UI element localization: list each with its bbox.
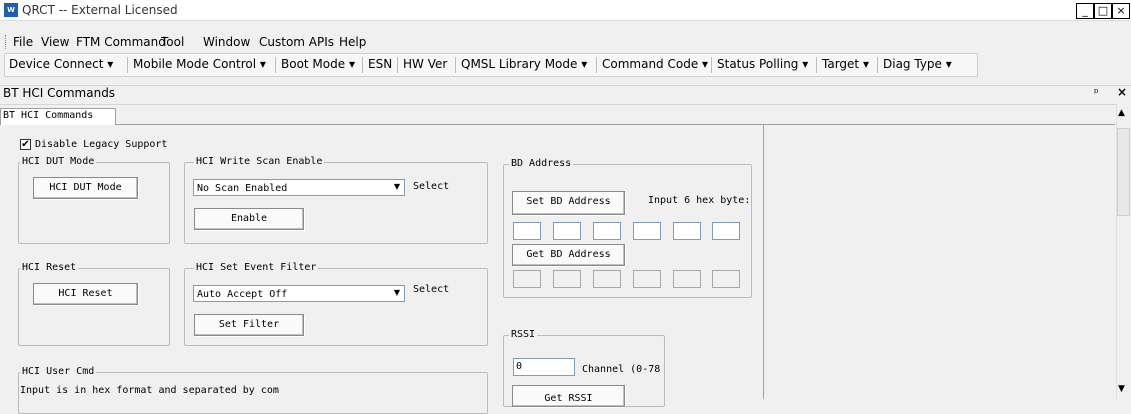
hci-write-scan-group: [184, 162, 488, 244]
menu-tool[interactable]: Tool: [161, 35, 184, 49]
tab-label: BT HCI Commands: [3, 110, 94, 121]
filter-select-label: Select: [413, 284, 450, 295]
scroll-up-icon[interactable]: ▲: [1118, 108, 1125, 118]
app-icon: W: [4, 3, 18, 17]
rssi-channel-label: Channel (0-78): [582, 364, 662, 375]
minimize-button[interactable]: _: [1076, 3, 1094, 19]
toolbar-separator: [275, 57, 276, 73]
event-filter-group-label: HCI Set Event Filter: [194, 262, 319, 273]
scroll-down-icon[interactable]: ▼: [1118, 384, 1125, 394]
target-dropdown[interactable]: Target ▾: [822, 57, 869, 71]
set-bd-byte-6[interactable]: [712, 222, 740, 240]
toolbar-separator: [362, 57, 363, 73]
get-bd-byte-6: [712, 270, 740, 288]
scrollbar-thumb[interactable]: [1117, 128, 1130, 216]
hci-dut-mode-group-label: HCI DUT Mode: [20, 156, 97, 167]
scan-mode-select[interactable]: No Scan Enabled: [193, 179, 405, 196]
panel-header: [0, 85, 1131, 105]
set-bd-byte-5[interactable]: [673, 222, 701, 240]
set-bd-byte-1[interactable]: [513, 222, 541, 240]
hci-user-cmd-group-label: HCI User Cmd: [20, 366, 97, 377]
menu-help[interactable]: Help: [339, 35, 366, 49]
event-filter-select[interactable]: Auto Accept Off: [193, 285, 405, 302]
chevron-down-icon[interactable]: ▼: [390, 286, 404, 299]
maximize-button[interactable]: □: [1094, 3, 1112, 19]
menu-grip: [5, 35, 8, 49]
menu-view[interactable]: View: [41, 35, 69, 49]
menu-custom-apis[interactable]: Custom APIs: [259, 35, 334, 49]
rssi-channel-input[interactable]: 0: [513, 358, 575, 376]
pin-icon[interactable]: ᵖ: [1094, 86, 1099, 99]
esn-button[interactable]: ESN: [368, 57, 392, 71]
hci-write-scan-group-label: HCI Write Scan Enable: [194, 156, 325, 167]
hci-reset-group: [18, 268, 170, 346]
hci-reset-group-label: HCI Reset: [20, 262, 79, 273]
set-bd-address-button[interactable]: Set BD Address: [512, 191, 625, 215]
toolbar: Device Connect ▾ Mobile Mode Control ▾ B…: [4, 53, 978, 77]
vertical-divider: [763, 124, 764, 399]
set-bd-byte-3[interactable]: [593, 222, 621, 240]
hci-dut-mode-button[interactable]: HCI DUT Mode: [33, 177, 138, 199]
get-bd-byte-5: [673, 270, 701, 288]
chevron-down-icon[interactable]: ▼: [390, 180, 404, 193]
set-bd-byte-2[interactable]: [553, 222, 581, 240]
boot-mode-dropdown[interactable]: Boot Mode ▾: [281, 57, 355, 71]
scan-select-label: Select: [413, 181, 450, 192]
device-connect-dropdown[interactable]: Device Connect ▾: [9, 57, 113, 71]
menu-window[interactable]: Window: [203, 35, 250, 49]
disable-legacy-label: Disable Legacy Support: [35, 139, 168, 150]
get-rssi-button[interactable]: Get RSSI: [512, 385, 625, 407]
rssi-group-label: RSSI: [509, 329, 538, 340]
enable-button[interactable]: Enable: [194, 208, 304, 230]
toolbar-separator: [711, 57, 712, 73]
panel-title: BT HCI Commands: [3, 86, 116, 100]
qmsl-library-mode-dropdown[interactable]: QMSL Library Mode ▾: [461, 57, 587, 71]
diag-type-dropdown[interactable]: Diag Type ▾: [883, 57, 952, 71]
bd-address-group-label: BD Address: [509, 158, 574, 169]
get-bd-byte-3: [593, 270, 621, 288]
get-bd-address-button[interactable]: Get BD Address: [512, 244, 625, 266]
mobile-mode-control-dropdown[interactable]: Mobile Mode Control ▾: [133, 57, 266, 71]
set-bd-byte-4[interactable]: [633, 222, 661, 240]
hci-user-cmd-hint: Input is in hex format and separated by …: [20, 385, 279, 396]
toolbar-separator: [127, 57, 128, 73]
toolbar-separator: [877, 57, 878, 73]
menu-file[interactable]: File: [13, 35, 33, 49]
toolbar-separator: [455, 57, 456, 73]
hci-reset-button[interactable]: HCI Reset: [33, 283, 138, 305]
hci-dut-mode-group: [18, 162, 170, 244]
toolbar-separator: [596, 57, 597, 73]
get-bd-byte-4: [633, 270, 661, 288]
menu-ftm-command[interactable]: FTM Command: [76, 35, 166, 49]
panel-close-icon[interactable]: ×: [1117, 85, 1127, 99]
hw-ver-button[interactable]: HW Ver: [403, 57, 447, 71]
toolbar-separator: [816, 57, 817, 73]
window-title: QRCT -- External Licensed: [22, 3, 178, 17]
command-code-dropdown[interactable]: Command Code ▾: [602, 57, 708, 71]
set-filter-button[interactable]: Set Filter: [194, 314, 304, 336]
disable-legacy-checkbox[interactable]: ✔: [20, 139, 31, 150]
get-bd-byte-1: [513, 270, 541, 288]
get-bd-byte-2: [553, 270, 581, 288]
close-button[interactable]: ×: [1112, 3, 1130, 19]
bd-address-hint: Input 6 hex byte:: [648, 195, 751, 206]
status-polling-dropdown[interactable]: Status Polling ▾: [717, 57, 808, 71]
toolbar-separator: [397, 57, 398, 73]
